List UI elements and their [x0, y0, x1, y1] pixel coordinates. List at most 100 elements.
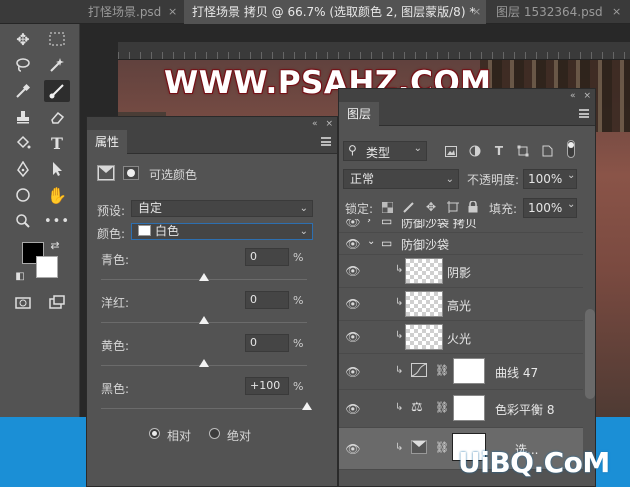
visibility-eye-icon[interactable]: 👁 [345, 263, 361, 279]
lock-position-icon[interactable]: ✥ [423, 199, 439, 215]
site-brand-watermark: UiBQ.CoM [458, 446, 610, 479]
path-selection-icon[interactable] [44, 158, 70, 180]
magic-wand-icon[interactable] [44, 54, 70, 76]
default-colors-icon[interactable]: ◧ [14, 270, 26, 282]
paint-bucket-icon[interactable] [10, 132, 36, 154]
lock-pixels-icon[interactable] [401, 199, 417, 215]
filter-smart-object-icon[interactable] [539, 143, 555, 159]
slider-label: 黑色: [101, 382, 130, 396]
pen-tool-icon[interactable] [10, 158, 36, 180]
colors-row: 颜色: 白色 ⌄ [87, 221, 337, 243]
slider-thumb[interactable] [199, 316, 209, 324]
filter-adjustment-icon[interactable] [467, 143, 483, 159]
yellow-value-input[interactable]: 0 [245, 334, 289, 352]
screen-mode-icon[interactable] [44, 292, 70, 314]
preset-label: 预设: [97, 204, 126, 218]
close-icon[interactable]: × [612, 0, 621, 24]
eraser-icon[interactable] [44, 106, 70, 128]
link-icon[interactable]: ⛓ [435, 401, 449, 414]
filter-type-icon[interactable]: T [491, 143, 507, 159]
more-tools-icon[interactable]: ••• [44, 210, 70, 232]
lock-transparent-icon[interactable] [379, 199, 395, 215]
background-color-swatch[interactable] [36, 256, 58, 278]
layer-filter-select[interactable]: ⚲ 类型 ⌄ [343, 141, 427, 161]
balance-icon: ⚖ [411, 400, 423, 415]
layers-scrollbar[interactable] [585, 309, 595, 399]
visibility-eye-icon[interactable]: 👁 [345, 441, 361, 457]
yellow-slider-row: 黄色: 0 % [87, 333, 337, 373]
slider-thumb[interactable] [199, 273, 209, 281]
tab-active-document[interactable]: 打怪场景 拷贝 @ 66.7% (选取颜色 2, 图层蒙版/8) * × [184, 0, 486, 24]
collapse-icon[interactable]: « [312, 119, 318, 129]
absolute-radio[interactable] [209, 428, 220, 439]
panel-menu-icon[interactable] [321, 137, 331, 146]
layer-row[interactable]: 👁 ↳ 阴影 [339, 255, 583, 288]
layer-row[interactable]: 👁 ↳ 高光 [339, 288, 583, 321]
layer-row[interactable]: 👁 › ▭ 防御沙袋 拷贝 [339, 219, 583, 233]
mask-icon[interactable] [123, 166, 139, 180]
layer-row[interactable]: 👁 ↳ ⛓ 曲线 47 [339, 354, 583, 390]
visibility-eye-icon[interactable]: 👁 [345, 219, 361, 230]
layer-thumbnail [405, 324, 443, 350]
panel-title[interactable]: 属性 [87, 130, 128, 154]
panel-title[interactable]: 图层 [339, 102, 380, 126]
collapse-arrow-icon[interactable]: ⌄ [367, 236, 375, 247]
quick-mask-icon[interactable] [10, 292, 36, 314]
colors-label: 颜色: [97, 227, 126, 241]
colors-select[interactable]: 白色 ⌄ [131, 223, 313, 240]
mask-thumbnail[interactable] [453, 395, 485, 421]
lock-all-icon[interactable] [465, 199, 481, 215]
chevron-down-icon[interactable]: ⌄ [567, 199, 575, 210]
visibility-eye-icon[interactable]: 👁 [345, 296, 361, 312]
cyan-value-input[interactable]: 0 [245, 248, 289, 266]
preset-row: 预设: 自定 ⌄ [87, 199, 337, 219]
preset-select[interactable]: 自定 ⌄ [131, 200, 313, 217]
collapse-icon[interactable]: « [570, 91, 576, 101]
marquee-tool-icon[interactable] [44, 28, 70, 50]
ellipse-tool-icon[interactable] [10, 184, 36, 206]
chevron-down-icon[interactable]: ⌄ [567, 170, 575, 181]
opacity-label: 不透明度: [467, 173, 520, 187]
link-icon[interactable]: ⛓ [435, 441, 449, 454]
layer-row[interactable]: 👁 ↳ 火光 [339, 321, 583, 354]
hand-tool-icon[interactable]: ✋ [44, 184, 70, 206]
zoom-tool-icon[interactable] [10, 210, 36, 232]
visibility-eye-icon[interactable]: 👁 [345, 401, 361, 417]
blend-mode-select[interactable]: 正常 ⌄ [343, 169, 459, 189]
panel-topbar: « × [339, 89, 595, 102]
layer-row[interactable]: 👁 ⌄ ▭ 防御沙袋 [339, 233, 583, 255]
brush-tool-icon[interactable] [44, 80, 70, 102]
panel-menu-icon[interactable] [579, 109, 589, 118]
layer-row[interactable]: 👁 ↳ ⚖ ⛓ 色彩平衡 8 [339, 390, 583, 428]
filter-shape-icon[interactable] [515, 143, 531, 159]
filter-image-icon[interactable] [443, 143, 459, 159]
close-icon[interactable]: × [325, 119, 333, 129]
lasso-tool-icon[interactable] [10, 54, 36, 76]
eyedropper-icon[interactable] [10, 80, 36, 102]
visibility-eye-icon[interactable]: 👁 [345, 364, 361, 380]
slider-thumb[interactable] [199, 359, 209, 367]
close-icon[interactable]: × [583, 91, 591, 101]
move-tool-icon[interactable]: ✥ [10, 28, 36, 50]
slider-track[interactable] [101, 408, 307, 409]
type-tool-icon[interactable]: T [44, 132, 70, 154]
close-icon[interactable]: × [168, 0, 177, 24]
slider-thumb[interactable] [302, 402, 312, 410]
magenta-value-input[interactable]: 0 [245, 291, 289, 309]
tab-layer-psd[interactable]: 图层 1532364.psd × [488, 0, 630, 24]
stamp-tool-icon[interactable] [10, 106, 36, 128]
layer-thumbnail [405, 258, 443, 284]
tab-psd[interactable]: 打怪场景.psd × [80, 0, 182, 24]
relative-radio[interactable] [149, 428, 160, 439]
expand-arrow-icon[interactable]: › [367, 219, 371, 226]
visibility-eye-icon[interactable]: 👁 [345, 236, 361, 252]
lock-artboard-icon[interactable] [445, 199, 461, 215]
close-icon[interactable]: × [472, 0, 481, 24]
visibility-eye-icon[interactable]: 👁 [345, 329, 361, 345]
black-value-input[interactable]: +100 [245, 377, 289, 395]
adjustment-name: 可选颜色 [149, 168, 198, 182]
mask-thumbnail[interactable] [453, 358, 485, 384]
filter-toggle-icon[interactable] [563, 140, 579, 158]
swap-colors-icon[interactable]: ⇄ [48, 238, 62, 252]
link-icon[interactable]: ⛓ [435, 364, 449, 377]
